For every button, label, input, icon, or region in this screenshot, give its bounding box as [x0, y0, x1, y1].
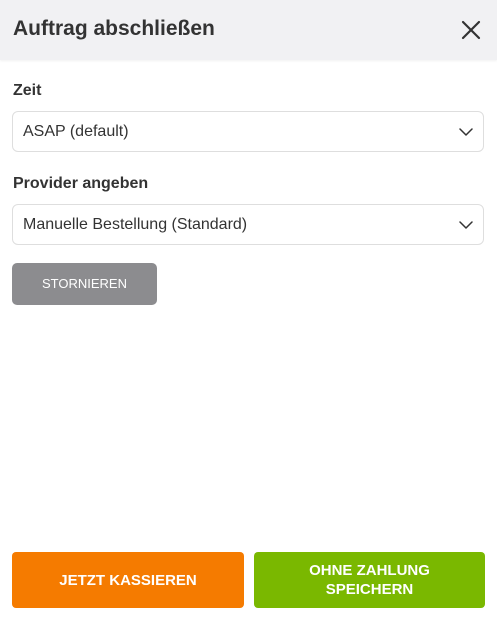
close-button[interactable] [456, 15, 486, 45]
cancel-order-button[interactable]: STORNIEREN [12, 263, 157, 305]
save-without-payment-button[interactable]: OHNE ZAHLUNG SPEICHERN [254, 552, 485, 608]
close-icon [461, 20, 481, 40]
provider-select-value: Manuelle Bestellung (Standard) [23, 216, 248, 233]
chevron-down-icon [459, 128, 473, 136]
time-select[interactable]: ASAP (default) [12, 111, 484, 152]
dialog-title: Auftrag abschließen [13, 17, 215, 40]
dialog-header: Auftrag abschließen [0, 0, 497, 60]
provider-label: Provider angeben [13, 175, 149, 192]
pay-now-label: JETZT KASSIEREN [59, 571, 197, 589]
time-select-value: ASAP (default) [23, 123, 129, 140]
pay-now-button[interactable]: JETZT KASSIEREN [12, 552, 244, 608]
provider-select[interactable]: Manuelle Bestellung (Standard) [12, 204, 484, 245]
time-label: Zeit [13, 82, 42, 99]
chevron-down-icon [459, 221, 473, 229]
save-without-payment-label: OHNE ZAHLUNG SPEICHERN [309, 562, 430, 598]
